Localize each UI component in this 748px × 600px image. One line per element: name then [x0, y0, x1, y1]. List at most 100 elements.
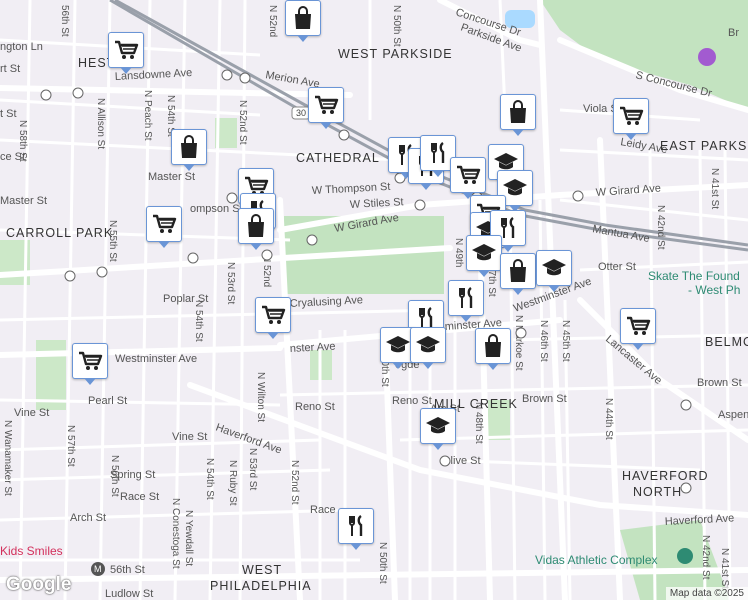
street-label: N 41st St [719, 548, 730, 589]
street-label: 56th St [59, 5, 70, 37]
street-label: N Conestoga St [170, 498, 181, 569]
street-label: t St [0, 108, 17, 120]
major-roads [0, 0, 748, 600]
grocery-marker[interactable] [72, 343, 108, 385]
shopping-bag-icon [480, 333, 506, 359]
shopping-cart-icon [151, 211, 177, 237]
street-label: Reno St [392, 395, 432, 407]
graduation-cap-icon [471, 240, 497, 266]
map-data-attribution[interactable]: Map data ©2025 [665, 587, 748, 600]
shopping-bag-icon [505, 99, 531, 125]
school-marker[interactable] [420, 408, 456, 450]
poi-label[interactable]: Skate The Found [648, 269, 740, 283]
street-label: Race St [120, 491, 159, 503]
grocery-marker[interactable] [255, 297, 291, 339]
street-label: Otter St [598, 261, 636, 273]
poi-label[interactable]: Kids Smiles [0, 544, 63, 558]
poi-label[interactable]: - West Ph [688, 283, 740, 297]
street-label: W Thompson St [312, 181, 391, 197]
grocery-marker[interactable] [450, 157, 486, 199]
shopping-marker[interactable] [500, 94, 536, 136]
shopping-cart-icon [455, 162, 481, 188]
grocery-marker[interactable] [146, 206, 182, 248]
grocery-marker[interactable] [613, 98, 649, 140]
street-label: N 52nd St [289, 460, 300, 505]
street-label: Westminster Ave [115, 353, 197, 365]
map-canvas[interactable]: Concourse Dr Parkside Ave S Concourse Dr… [0, 0, 748, 600]
street-label: Aspen [718, 409, 748, 421]
svg-text:30: 30 [296, 108, 306, 118]
street-label: N 54th St [193, 300, 204, 342]
restaurant-marker[interactable] [448, 280, 484, 322]
grocery-marker[interactable] [108, 32, 144, 74]
landmark-pin-icon[interactable] [698, 48, 716, 66]
street-label: Haverford Ave [665, 512, 735, 528]
street-label: N 46th St [538, 320, 549, 362]
shopping-bag-icon [505, 258, 531, 284]
street-label: Vine St [14, 407, 49, 419]
fork-knife-icon [453, 285, 479, 311]
street-label: N 53rd St [225, 262, 236, 304]
poi-label[interactable]: Vidas Athletic Complex [535, 553, 658, 567]
shopping-cart-icon [113, 37, 139, 63]
graduation-cap-icon [425, 413, 451, 439]
fork-knife-icon [425, 140, 451, 166]
shopping-cart-icon [313, 92, 339, 118]
shopping-cart-icon [618, 103, 644, 129]
school-marker[interactable] [466, 235, 502, 277]
shopping-marker[interactable] [500, 253, 536, 295]
street-label: N Markoe St [513, 315, 524, 371]
street-label: N 56th St [109, 455, 120, 497]
street-label: N Allison St [95, 98, 106, 149]
graduation-cap-icon [385, 332, 411, 358]
park-pin-icon[interactable] [677, 548, 693, 564]
street-label: Master St [148, 171, 195, 183]
street-label: N 42nd St [655, 205, 666, 250]
restaurant-marker[interactable] [338, 508, 374, 550]
street-label: Brown St [697, 377, 742, 389]
graduation-cap-icon [415, 332, 441, 358]
street-label: N 52nd St [237, 100, 248, 145]
grocery-marker[interactable] [308, 87, 344, 129]
street-label: Cryalusing Ave [290, 294, 364, 310]
grocery-marker[interactable] [620, 308, 656, 350]
google-logo: Google [6, 574, 72, 595]
street-label: ngton Ln [0, 41, 43, 53]
svg-text:M: M [94, 564, 102, 574]
shopping-marker[interactable] [475, 328, 511, 370]
street-label: ce St [0, 151, 25, 163]
shopping-marker[interactable] [238, 208, 274, 250]
street-label: Brown St [522, 393, 567, 405]
street-label: Race [310, 504, 336, 516]
shopping-bag-icon [290, 5, 316, 31]
place-label: Br [728, 27, 739, 39]
street-label: N 52nd [267, 5, 278, 37]
street-label: N Peach St [142, 90, 153, 141]
street-label: 56th St [110, 564, 145, 576]
street-label: N Yewdall St [183, 510, 194, 566]
graduation-cap-icon [541, 255, 567, 281]
street-label: N 57th St [65, 425, 76, 467]
street-label: N 45th St [560, 320, 571, 362]
street-label: N Ruby St [227, 460, 238, 506]
shopping-marker[interactable] [285, 0, 321, 42]
fork-knife-icon [343, 513, 369, 539]
metro-station-icon[interactable]: M [91, 562, 105, 576]
shopping-bag-icon [243, 213, 269, 239]
street-label: N 44th St [603, 398, 614, 440]
shopping-marker[interactable] [171, 129, 207, 171]
neighborhood-label: EAST PARKS [660, 139, 747, 153]
school-marker[interactable] [410, 327, 446, 369]
map-base: Concourse Dr Parkside Ave S Concourse Dr… [0, 0, 748, 600]
shopping-cart-icon [625, 313, 651, 339]
street-label: Arch St [70, 512, 106, 524]
street-label: N Wanamaker St [2, 420, 13, 496]
school-marker[interactable] [536, 250, 572, 292]
shopping-cart-icon [77, 348, 103, 374]
street-label: N 54th St [204, 458, 215, 500]
street-label: Master St [0, 195, 47, 207]
neighborhood-label: WEST [242, 563, 282, 577]
street-label: N 50th St [377, 542, 388, 584]
street-label: N 41st St [709, 168, 720, 209]
street-label: N 53rd St [247, 448, 258, 490]
